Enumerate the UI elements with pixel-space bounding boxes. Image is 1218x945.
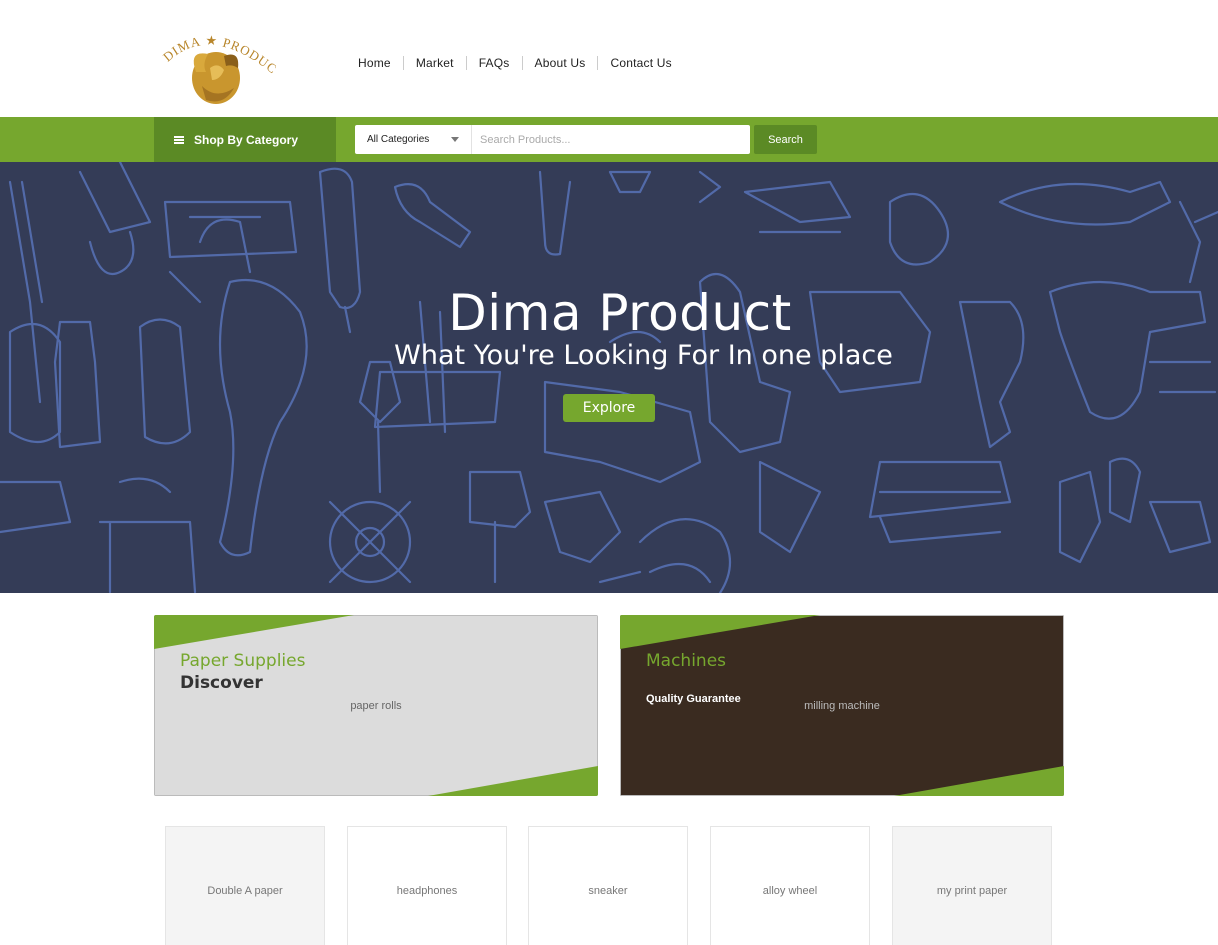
nav-faqs[interactable]: FAQs xyxy=(465,56,522,70)
product-image-label: headphones xyxy=(396,885,458,897)
nav-about-us[interactable]: About Us xyxy=(521,56,598,70)
main-nav: Home Market FAQs About Us Contact Us xyxy=(346,56,684,70)
product-card[interactable]: sneaker xyxy=(528,826,688,945)
product-card[interactable]: headphones xyxy=(347,826,507,945)
search-box: All Categories xyxy=(355,125,750,154)
banner-accent-bottom xyxy=(894,766,1064,796)
product-image-label: alloy wheel xyxy=(762,885,818,897)
shop-by-category-label: Shop By Category xyxy=(194,132,299,147)
banner-subtitle[interactable]: Discover xyxy=(180,673,263,693)
nav-contact-us[interactable]: Contact Us xyxy=(597,56,683,70)
banner-subtitle: Quality Guarantee xyxy=(646,693,741,705)
search-input[interactable] xyxy=(472,126,750,153)
nav-home[interactable]: Home xyxy=(346,56,403,70)
site-header: DIMA ★ PRODUCT Home Market FAQs About Us… xyxy=(0,0,1218,117)
logo-graphic: DIMA ★ PRODUCT xyxy=(154,8,280,104)
hero-banner: Dima Product What You're Looking For In … xyxy=(0,162,1218,593)
category-select-value: All Categories xyxy=(367,134,430,145)
shop-by-category-button[interactable]: Shop By Category xyxy=(154,117,336,162)
banner-accent-top xyxy=(154,615,354,649)
banner-title: Machines xyxy=(646,651,727,671)
category-select[interactable]: All Categories xyxy=(355,125,472,154)
explore-button[interactable]: Explore xyxy=(563,394,655,422)
product-image-label: sneaker xyxy=(588,885,628,897)
product-card[interactable]: Double A paper xyxy=(165,826,325,945)
banner-accent-bottom xyxy=(428,766,598,796)
product-card[interactable]: my print paper xyxy=(892,826,1052,945)
banner-accent-top xyxy=(620,615,820,649)
banner-paper-supplies[interactable]: paper rolls Paper Supplies Discover xyxy=(154,615,598,796)
product-image-label: Double A paper xyxy=(207,885,283,897)
banner-title: Paper Supplies xyxy=(180,651,306,671)
hero-subtitle: What You're Looking For In one place xyxy=(394,340,893,371)
banner-image-label: paper rolls xyxy=(350,699,402,712)
tools-pattern-background xyxy=(0,162,1218,593)
category-search-bar: Shop By Category All Categories Search xyxy=(0,117,1218,162)
hero-title: Dima Product xyxy=(448,284,792,342)
brand-logo[interactable]: DIMA ★ PRODUCT xyxy=(154,8,280,112)
banner-machines[interactable]: milling machine Machines Quality Guarant… xyxy=(620,615,1064,796)
product-image-label: my print paper xyxy=(936,885,1008,897)
search-button[interactable]: Search xyxy=(754,125,817,154)
hamburger-icon xyxy=(174,135,184,144)
nav-market[interactable]: Market xyxy=(402,56,466,70)
banner-image-label: milling machine xyxy=(804,699,880,712)
product-card[interactable]: alloy wheel xyxy=(710,826,870,945)
chevron-down-icon xyxy=(451,137,459,142)
